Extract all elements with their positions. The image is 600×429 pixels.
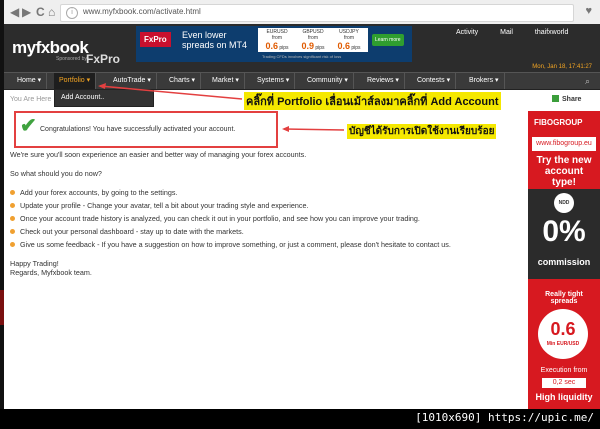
arrowhead-success [282,126,289,132]
arrow-to-portfolio [99,85,243,100]
upic-watermark: [1010x690] https://upic.me/ [415,411,594,424]
arrowhead-portfolio [98,83,106,89]
image-footer: [1010x690] https://upic.me/ [0,409,600,429]
annotation-arrows [98,83,345,132]
browser-window: ◀ ▶ C ⌂ i www.myfxbook.com/activate.html… [4,0,600,409]
arrow-to-success [283,128,345,131]
